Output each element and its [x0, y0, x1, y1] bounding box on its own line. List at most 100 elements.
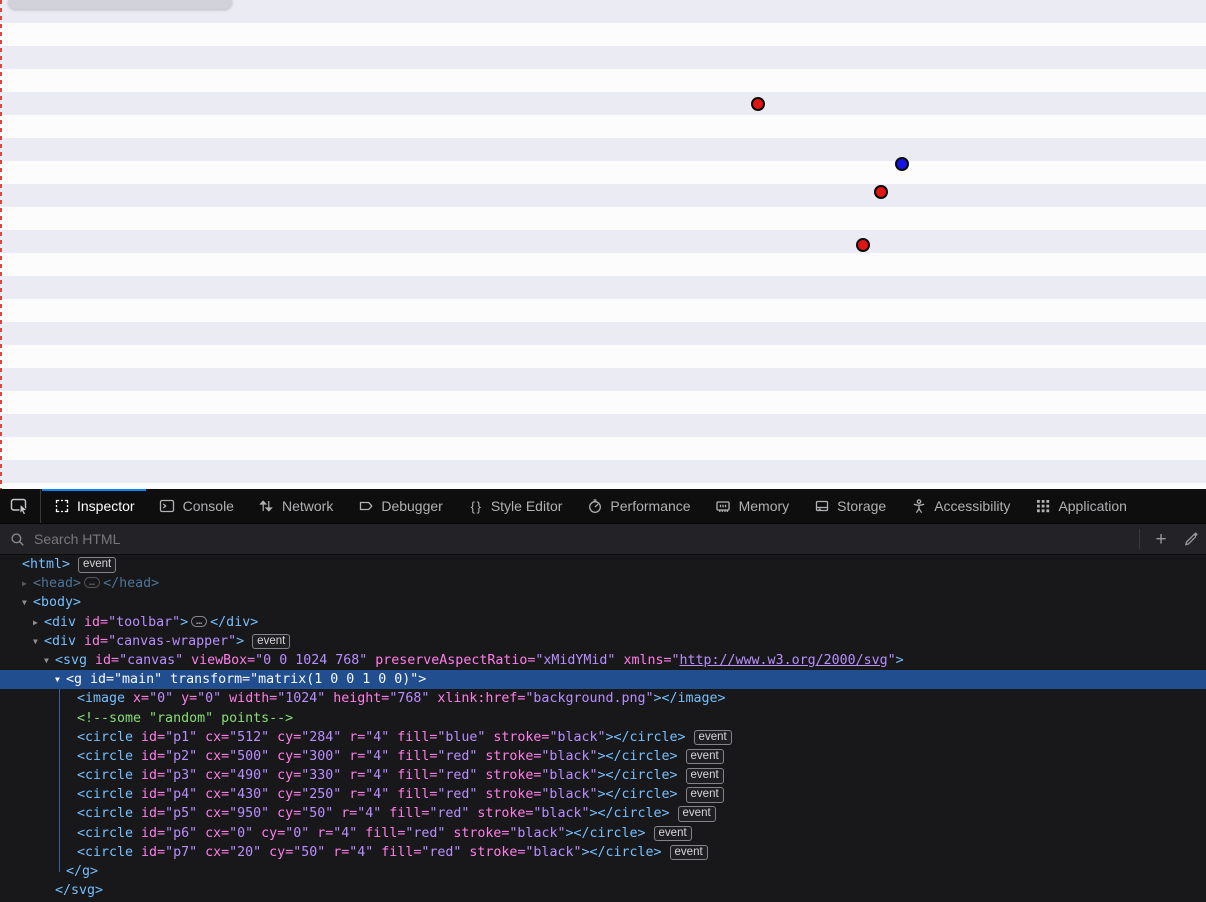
markup-row[interactable]: ▶<div id="toolbar">…</div> — [0, 613, 1206, 632]
token-val: "4" — [365, 768, 389, 783]
search-html-input[interactable] — [32, 530, 1133, 548]
token-tag: </div> — [210, 615, 258, 630]
event-badge[interactable]: event — [686, 768, 724, 784]
markup-row[interactable]: <circle id="p2" cx="500" cy="300" r="4" … — [0, 747, 1206, 766]
token-attr: r= — [341, 730, 365, 745]
markup-row[interactable]: <circle id="p5" cx="950" cy="50" r="4" f… — [0, 804, 1206, 823]
token-val: " — [888, 653, 896, 668]
token-tag: > — [180, 615, 188, 630]
markup-tree: <html>event▶<head>…</head>▼<body>▶<div i… — [0, 555, 1206, 902]
event-badge[interactable]: event — [686, 787, 724, 803]
token-val: "0 0 1024 768" — [255, 653, 367, 668]
token-val: "20" — [229, 845, 261, 860]
event-badge[interactable]: event — [654, 826, 692, 842]
token-attr: width= — [221, 691, 277, 706]
markup-row[interactable]: </g> — [0, 862, 1206, 881]
tab-console[interactable]: Console — [147, 489, 246, 523]
token-link: http://www.w3.org/2000/svg — [680, 653, 888, 668]
tab-performance[interactable]: Performance — [574, 489, 702, 523]
token-tag: </svg> — [55, 883, 103, 898]
token-val: "4" — [365, 749, 389, 764]
tab-label: Console — [183, 498, 234, 514]
tab-network[interactable]: Network — [246, 489, 345, 523]
token-attr: stroke= — [461, 845, 525, 860]
token-attr: r= — [325, 845, 349, 860]
canvas-wrapper-dashed-border — [0, 0, 2, 489]
token-attr: preserveAspectRatio= — [367, 653, 535, 668]
expand-twisty-icon[interactable]: ▶ — [22, 574, 33, 593]
search-icon — [10, 532, 25, 547]
token-val: "p7" — [165, 845, 197, 860]
event-badge[interactable]: event — [678, 806, 716, 822]
markup-row[interactable]: <circle id="p3" cx="490" cy="330" r="4" … — [0, 766, 1206, 785]
token-tag: <html> — [22, 557, 70, 572]
token-val: " — [671, 653, 679, 668]
markup-row[interactable]: <image x="0" y="0" width="1024" height="… — [0, 689, 1206, 708]
collapse-twisty-icon[interactable]: ▼ — [44, 651, 55, 670]
event-badge[interactable]: event — [78, 557, 116, 573]
token-attr: cy= — [269, 768, 301, 783]
markup-row[interactable]: ▼<div id="canvas-wrapper">event — [0, 632, 1206, 651]
markup-row[interactable]: ▼<svg id="canvas" viewBox="0 0 1024 768"… — [0, 651, 1206, 670]
markup-row[interactable]: <circle id="p1" cx="512" cy="284" r="4" … — [0, 728, 1206, 747]
token-val: "4" — [365, 787, 389, 802]
token-attr: xlink:href= — [429, 691, 525, 706]
tab-storage[interactable]: Storage — [801, 489, 898, 523]
token-attr: x= — [125, 691, 149, 706]
markup-row[interactable]: ▼<body> — [0, 593, 1206, 612]
markup-row[interactable]: ▶<head>…</head> — [0, 574, 1206, 593]
tab-style-editor[interactable]: { }Style Editor — [455, 489, 575, 523]
collapsed-content-badge[interactable]: … — [191, 616, 207, 627]
tab-inspector[interactable]: Inspector — [41, 489, 147, 523]
page-canvas[interactable] — [0, 0, 1206, 489]
token-val: "black" — [541, 787, 597, 802]
token-attr: cy= — [269, 806, 301, 821]
collapsed-content-badge[interactable]: … — [84, 577, 100, 588]
markup-row[interactable]: </svg> — [0, 881, 1206, 900]
collapse-twisty-icon[interactable]: ▼ — [33, 632, 44, 651]
eyedropper-button[interactable] — [1176, 525, 1206, 553]
token-val: "0" — [285, 826, 309, 841]
tab-label: Inspector — [77, 498, 135, 514]
markup-row[interactable]: <circle id="p7" cx="20" cy="50" r="4" fi… — [0, 843, 1206, 862]
expand-twisty-icon[interactable]: ▶ — [33, 613, 44, 632]
devtools-tabbar: Inspector Console Network Debugger { }Sty… — [0, 489, 1206, 524]
markup-row[interactable]: <!--some "random" points--> — [0, 709, 1206, 728]
token-attr: id= — [76, 615, 108, 630]
token-val: "50" — [293, 845, 325, 860]
token-attr: id= — [133, 806, 165, 821]
tab-debugger[interactable]: Debugger — [345, 489, 455, 523]
add-node-button[interactable]: + — [1146, 525, 1176, 553]
token-tag: <svg — [55, 653, 87, 668]
tab-accessibility[interactable]: Accessibility — [898, 489, 1022, 523]
markup-row[interactable]: <circle id="p4" cx="430" cy="250" r="4" … — [0, 785, 1206, 804]
svg-point-p4[interactable] — [751, 97, 765, 111]
markup-row-selected[interactable]: ▼<g id="main" transform="matrix(1 0 0 1 … — [0, 670, 1206, 689]
token-attr: r= — [341, 787, 365, 802]
tab-memory[interactable]: Memory — [703, 489, 802, 523]
token-val: "black" — [541, 749, 597, 764]
token-val: "4" — [333, 826, 357, 841]
event-badge[interactable]: event — [670, 845, 708, 861]
svg-point-p3[interactable] — [856, 238, 870, 252]
event-badge[interactable]: event — [694, 730, 732, 746]
collapse-twisty-icon[interactable]: ▼ — [22, 593, 33, 612]
svg-point-p1[interactable] — [895, 157, 909, 171]
tab-label: Debugger — [381, 498, 443, 514]
markup-row[interactable]: <html> event — [0, 555, 1206, 574]
token-val: "black" — [509, 826, 565, 841]
pick-element-button[interactable] — [0, 489, 41, 523]
tab-application[interactable]: Application — [1022, 489, 1139, 523]
eyedropper-icon — [1183, 531, 1199, 547]
token-val: "red" — [429, 806, 469, 821]
event-badge[interactable]: event — [252, 634, 290, 650]
performance-icon — [586, 498, 603, 515]
token-comment: <!--some "random" points--> — [77, 711, 293, 726]
event-badge[interactable]: event — [686, 749, 724, 765]
svg-point-p2[interactable] — [874, 185, 888, 199]
collapse-twisty-icon[interactable]: ▼ — [55, 670, 66, 689]
token-tag: ></circle> — [605, 730, 685, 745]
token-tag: ></circle> — [581, 845, 661, 860]
markup-row[interactable]: <circle id="p6" cx="0" cy="0" r="4" fill… — [0, 824, 1206, 843]
token-attr: fill= — [389, 768, 437, 783]
